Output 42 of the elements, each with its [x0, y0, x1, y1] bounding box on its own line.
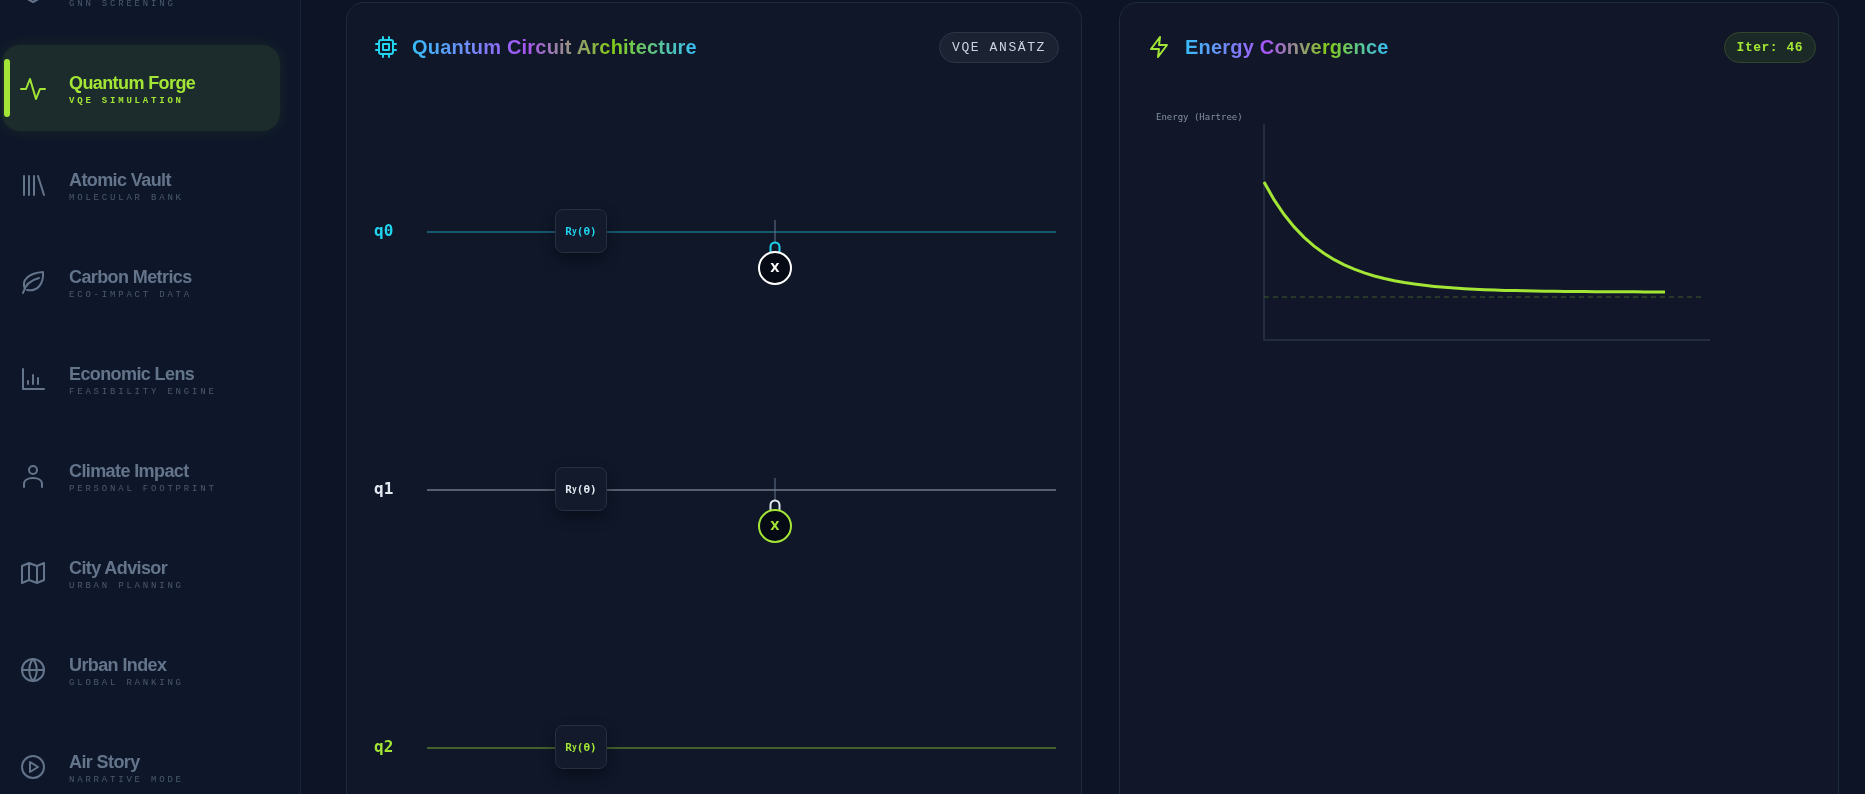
item-subtitle: MOLECULAR BANK: [69, 192, 184, 203]
sidebar-item[interactable]: Carbon Metrics ECO-IMPACT DATA: [2, 239, 280, 325]
item-title: Urban Index: [69, 653, 167, 677]
qubit-label: q0: [373, 221, 395, 242]
chip-icon: [374, 35, 398, 59]
item-subtitle: FEASIBILITY ENGINE: [69, 386, 217, 397]
badge: Iter: 46: [1723, 31, 1816, 63]
item-title: Climate Impact: [69, 459, 189, 483]
item-title: Carbon Metrics: [69, 265, 192, 289]
sidebar-item[interactable]: Air Story NARRATIVE MODE: [2, 724, 280, 794]
sidebar-item[interactable]: Economic Lens FEASIBILITY ENGINE: [2, 336, 280, 422]
item-title: Atomic Vault: [69, 168, 171, 192]
sidebar-item[interactable]: Urban Index GLOBAL RANKING: [2, 627, 280, 713]
item-subtitle: VQE SIMULATION: [69, 95, 184, 106]
play-circle-icon: [19, 753, 47, 781]
sidebar-item[interactable]: GNN SCREENING: [2, 0, 280, 34]
item-subtitle: NARRATIVE MODE: [69, 774, 184, 785]
bar-chart-icon: [19, 365, 47, 393]
target-gate[interactable]: X: [758, 509, 792, 543]
item-subtitle: GNN SCREENING: [69, 0, 176, 9]
item-subtitle: URBAN PLANNING: [69, 580, 184, 591]
item-subtitle: GLOBAL RANKING: [69, 677, 184, 688]
target-gate[interactable]: X: [758, 251, 792, 285]
item-title: Economic Lens: [69, 362, 195, 386]
active-indicator: [4, 59, 10, 117]
map-icon: [19, 559, 47, 587]
sidebar-item[interactable]: Atomic Vault MOLECULAR BANK: [2, 142, 280, 228]
sidebar-item[interactable]: Climate Impact PERSONAL FOOTPRINT: [2, 433, 280, 519]
item-subtitle: PERSONAL FOOTPRINT: [69, 483, 217, 494]
axis-label: Energy (Hartree): [1156, 112, 1243, 122]
leaf-icon: [19, 268, 47, 296]
item-title: City Advisor: [69, 556, 168, 580]
globe-icon: [19, 656, 47, 684]
sidebar-item[interactable]: Quantum Forge VQE SIMULATION: [2, 45, 280, 131]
item-title: Quantum Forge: [69, 71, 196, 95]
item-subtitle: ECO-IMPACT DATA: [69, 289, 192, 300]
item-title: Air Story: [69, 750, 140, 774]
qubit-label: q1: [373, 479, 395, 500]
qubit-label: q2: [373, 737, 395, 758]
sidebar-item[interactable]: City Advisor URBAN PLANNING: [2, 530, 280, 616]
badge: VQE ANSÄTZ: [939, 31, 1059, 63]
lightning-icon: [1147, 35, 1171, 59]
